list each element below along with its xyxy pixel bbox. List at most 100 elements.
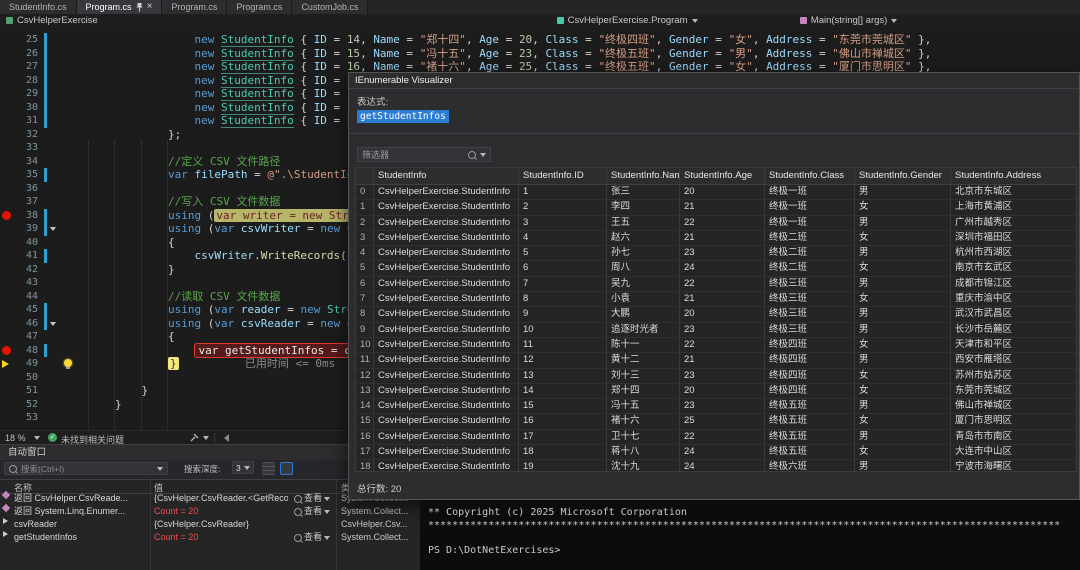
table-row[interactable]: 9CsvHelperExercise.StudentInfo10追逐时光者23终… bbox=[356, 323, 1076, 338]
table-row[interactable]: 16CsvHelperExercise.StudentInfo17卫十七22终极… bbox=[356, 430, 1076, 445]
table-cell: 北京市东城区 bbox=[951, 185, 1077, 199]
table-row[interactable]: 0CsvHelperExercise.StudentInfo1张三20终极一班男… bbox=[356, 185, 1076, 200]
tab-customjob-cs[interactable]: CustomJob.cs bbox=[292, 0, 368, 14]
change-tracking-bar bbox=[44, 101, 47, 115]
table-row[interactable]: 18CsvHelperExercise.StudentInfo19沈十九24终极… bbox=[356, 460, 1076, 472]
close-icon[interactable]: × bbox=[147, 2, 153, 12]
table-cell: 终极五班 bbox=[765, 399, 855, 413]
visualizer-column-header[interactable]: StudentInfo bbox=[374, 168, 519, 184]
table-cell: 卫十七 bbox=[607, 430, 680, 444]
project-dropdown[interactable]: CsvHelperExercise bbox=[0, 14, 551, 27]
code-fix-icon[interactable] bbox=[190, 433, 199, 444]
visualizer-column-header[interactable]: StudentInfo.Class bbox=[765, 168, 855, 184]
fold-chevron-icon[interactable] bbox=[50, 227, 56, 231]
visualizer-column-header[interactable]: StudentInfo.Address bbox=[951, 168, 1077, 184]
autos-search-input[interactable]: 搜索(Ctrl+I) bbox=[4, 462, 168, 475]
table-row[interactable]: 2CsvHelperExercise.StudentInfo3王五22终极一班男… bbox=[356, 216, 1076, 231]
table-cell: 李四 bbox=[607, 200, 680, 214]
code-text: //读取 CSV 文件数据 bbox=[62, 290, 280, 304]
table-cell: 周八 bbox=[607, 261, 680, 275]
table-row[interactable]: 12CsvHelperExercise.StudentInfo13刘十三23终极… bbox=[356, 369, 1076, 384]
terminal-line: ****************************************… bbox=[428, 520, 1080, 533]
change-tracking-bar bbox=[44, 168, 47, 182]
visualizer-column-header[interactable] bbox=[356, 168, 374, 184]
chevron-down-icon bbox=[891, 19, 897, 23]
method-icon bbox=[800, 17, 807, 24]
table-row[interactable]: 10CsvHelperExercise.StudentInfo11陈十一22终极… bbox=[356, 338, 1076, 353]
table-cell: 21 bbox=[680, 292, 765, 306]
table-cell: 杭州市西湖区 bbox=[951, 246, 1077, 260]
table-cell: 女 bbox=[855, 369, 951, 383]
expander-icon[interactable] bbox=[3, 518, 8, 524]
table-row[interactable]: 15CsvHelperExercise.StudentInfo16褚十六25终极… bbox=[356, 414, 1076, 429]
zoom-level[interactable]: 18 % bbox=[5, 433, 26, 443]
variable-name: 返回 System.Linq.Enumer... bbox=[14, 505, 148, 518]
table-cell: 24 bbox=[680, 460, 765, 472]
variable-value: Count = 20 bbox=[154, 531, 288, 544]
table-row[interactable]: 5CsvHelperExercise.StudentInfo6周八24终极二班女… bbox=[356, 261, 1076, 276]
tab-program-cs[interactable]: Program.cs× bbox=[77, 0, 163, 14]
table-cell: CsvHelperExercise.StudentInfo bbox=[374, 338, 519, 352]
table-cell: 21 bbox=[680, 231, 765, 245]
table-cell: CsvHelperExercise.StudentInfo bbox=[374, 261, 519, 275]
expander-icon[interactable] bbox=[3, 531, 8, 537]
table-row[interactable]: 14CsvHelperExercise.StudentInfo15冯十五23终极… bbox=[356, 399, 1076, 414]
search-depth-select[interactable]: 3 bbox=[232, 461, 254, 474]
table-row[interactable]: 1CsvHelperExercise.StudentInfo2李四21终极一班女… bbox=[356, 200, 1076, 215]
tab-studentinfo-cs[interactable]: StudentInfo.cs bbox=[0, 0, 77, 14]
table-cell: 4 bbox=[356, 246, 374, 260]
table-row[interactable]: 6CsvHelperExercise.StudentInfo7吴九22终极三班男… bbox=[356, 277, 1076, 292]
filter-input[interactable]: 筛选器 bbox=[357, 147, 491, 162]
visualizer-column-header[interactable]: StudentInfo.Age bbox=[680, 168, 765, 184]
variable-name: csvReader bbox=[14, 518, 148, 531]
project-icon bbox=[6, 17, 13, 24]
table-row[interactable]: 11CsvHelperExercise.StudentInfo12黄十二21终极… bbox=[356, 353, 1076, 368]
tab-program-cs[interactable]: Program.cs bbox=[227, 0, 292, 14]
tab-program-cs[interactable]: Program.cs bbox=[162, 0, 227, 14]
fold-chevron-icon[interactable] bbox=[50, 322, 56, 326]
line-number: 43 bbox=[0, 276, 38, 290]
scrollbar-left-arrow[interactable] bbox=[224, 434, 229, 442]
table-cell: 青岛市市南区 bbox=[951, 430, 1077, 444]
chevron-down-icon bbox=[157, 467, 163, 471]
change-tracking-bar bbox=[44, 344, 47, 358]
table-cell: 6 bbox=[356, 277, 374, 291]
type-dropdown[interactable]: CsvHelperExercise.Program bbox=[551, 14, 794, 27]
toolbar-grid-icon[interactable] bbox=[262, 462, 275, 475]
visualizer-column-header[interactable]: StudentInfo.ID bbox=[519, 168, 607, 184]
highlight-exec: } bbox=[168, 357, 179, 370]
table-cell: 22 bbox=[680, 277, 765, 291]
table-cell: 11 bbox=[519, 338, 607, 352]
table-cell: 24 bbox=[680, 445, 765, 459]
change-tracking-bar bbox=[44, 74, 47, 88]
table-cell: 14 bbox=[519, 384, 607, 398]
pin-icon[interactable] bbox=[136, 3, 143, 12]
table-cell: 16 bbox=[356, 430, 374, 444]
line-number: 37 bbox=[0, 195, 38, 209]
toolbar-panel-icon[interactable] bbox=[280, 462, 293, 475]
view-button[interactable]: 查看 bbox=[294, 531, 330, 544]
table-cell: 22 bbox=[680, 216, 765, 230]
table-cell: 12 bbox=[356, 369, 374, 383]
view-button[interactable]: 查看 bbox=[294, 505, 330, 518]
view-button[interactable]: 查看 bbox=[294, 492, 330, 505]
visualizer-column-header[interactable]: StudentInfo.Gender bbox=[855, 168, 951, 184]
table-row[interactable]: 7CsvHelperExercise.StudentInfo8小袁21终极三班女… bbox=[356, 292, 1076, 307]
table-row[interactable]: 13CsvHelperExercise.StudentInfo14郑十四20终极… bbox=[356, 384, 1076, 399]
table-row[interactable]: 8CsvHelperExercise.StudentInfo9大鹏20终极三班男… bbox=[356, 307, 1076, 322]
health-check-icon: ✓ bbox=[48, 433, 57, 442]
line-number: 36 bbox=[0, 182, 38, 196]
visualizer-table: StudentInfoStudentInfo.IDStudentInfo.Nam… bbox=[355, 167, 1077, 472]
terminal-output[interactable]: ** Copyright (c) 2025 Microsoft Corporat… bbox=[420, 500, 1080, 570]
visualizer-column-header[interactable]: StudentInfo.Name bbox=[607, 168, 680, 184]
expression-value[interactable]: getStudentInfos bbox=[357, 106, 449, 120]
dialog-title[interactable]: IEnumerable Visualizer bbox=[349, 73, 1079, 89]
line-number: 35 bbox=[0, 168, 38, 182]
code-text: } 已用时间 <= 0ms bbox=[62, 357, 335, 371]
table-row[interactable]: 3CsvHelperExercise.StudentInfo4赵六21终极二班女… bbox=[356, 231, 1076, 246]
table-row[interactable]: 17CsvHelperExercise.StudentInfo18蒋十八24终极… bbox=[356, 445, 1076, 460]
table-row[interactable]: 4CsvHelperExercise.StudentInfo5孙七23终极二班男… bbox=[356, 246, 1076, 261]
table-cell: 男 bbox=[855, 460, 951, 472]
member-dropdown[interactable]: Main(string[] args) bbox=[794, 14, 1080, 27]
type-name: CsvHelperExercise.Program bbox=[568, 15, 688, 26]
